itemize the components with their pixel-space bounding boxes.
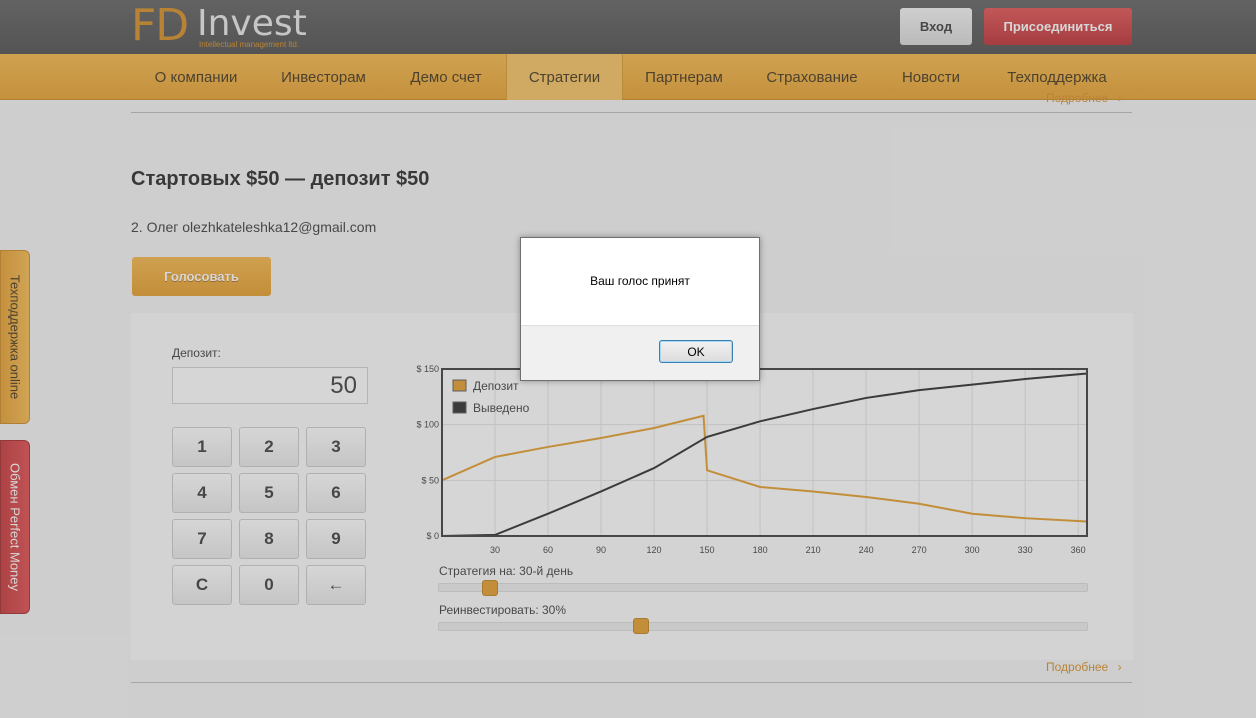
dialog-footer: OK <box>521 325 759 380</box>
dialog-message: Ваш голос принят <box>590 274 690 288</box>
alert-dialog: Ваш голос принят OK <box>520 237 760 381</box>
ok-button[interactable]: OK <box>659 340 733 363</box>
